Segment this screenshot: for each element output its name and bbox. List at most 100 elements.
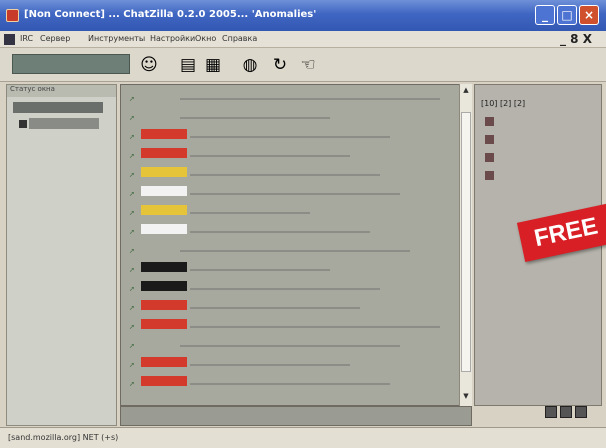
chat-line: ➚ (129, 300, 360, 312)
chat-line: ➚ (129, 167, 380, 179)
refresh-icon[interactable]: ↻ (268, 53, 292, 77)
chat-nick[interactable] (140, 319, 187, 329)
chat-nick[interactable] (140, 167, 187, 177)
message-arrow-icon: ➚ (129, 95, 135, 103)
channel-icon (19, 120, 27, 128)
menu-window[interactable]: Окно (195, 34, 216, 43)
hand-icon[interactable]: ☜ (296, 53, 320, 77)
chat-nick[interactable] (140, 376, 187, 386)
scroll-up-icon[interactable]: ▲ (461, 86, 471, 96)
chat-line: ➚ (129, 129, 390, 141)
chat-message (189, 231, 370, 233)
chat-nick[interactable] (140, 205, 187, 215)
chat-nick[interactable] (141, 91, 177, 101)
menu-irc[interactable]: IRC (20, 34, 33, 43)
chat-line: ➚ (129, 376, 390, 388)
chat-line: ➚ (129, 319, 440, 331)
pane-title: Статус окна (7, 85, 116, 97)
chat-message (179, 250, 410, 252)
chat-nick[interactable] (141, 243, 177, 253)
chat-line: ➚ (129, 243, 410, 255)
chat-line: ➚ (129, 110, 330, 122)
user-list-item[interactable] (485, 135, 498, 144)
user-list-item[interactable] (485, 153, 498, 162)
chat-nick[interactable] (141, 110, 177, 120)
message-arrow-icon: ➚ (129, 209, 135, 217)
message-arrow-icon: ➚ (129, 380, 135, 388)
chat-nick[interactable] (140, 224, 187, 234)
chat-nick[interactable] (140, 357, 187, 367)
chat-nick[interactable] (141, 338, 177, 348)
status-tree-pane: Статус окна (6, 84, 117, 426)
list-icon[interactable]: ▦ (201, 53, 225, 77)
message-arrow-icon: ➚ (129, 304, 135, 312)
close-button[interactable]: × (579, 5, 599, 25)
message-arrow-icon: ➚ (129, 285, 135, 293)
message-arrow-icon: ➚ (129, 228, 135, 236)
chat-message (189, 193, 400, 195)
chat-message (189, 307, 360, 309)
message-arrow-icon: ➚ (129, 266, 135, 274)
menu-tools[interactable]: Инструменты (88, 34, 145, 43)
bottom-icon[interactable] (560, 406, 572, 418)
chat-message (189, 155, 350, 157)
chat-line: ➚ (129, 357, 350, 369)
mdi-controls[interactable]: _ 8 X (560, 32, 592, 46)
menu-settings[interactable]: Настройки (150, 34, 195, 43)
scroll-thumb[interactable] (461, 112, 471, 372)
chat-message (179, 98, 440, 100)
chat-line: ➚ (129, 224, 370, 236)
chat-line: ➚ (129, 262, 330, 274)
chat-line: ➚ (129, 281, 380, 293)
menu-help[interactable]: Справка (222, 34, 257, 43)
maximize-button[interactable]: □ (557, 5, 577, 25)
message-arrow-icon: ➚ (129, 114, 135, 122)
connect-icon[interactable]: ☺ (137, 53, 161, 77)
title-bar: [Non Connect] ... ChatZilla 0.2.0 2005..… (0, 0, 606, 31)
toolbar: ☺ ▤ ▦ ◍ ↻ ☜ (0, 48, 606, 82)
join-icon[interactable]: ▤ (176, 53, 200, 77)
message-arrow-icon: ➚ (129, 342, 135, 350)
chat-nick[interactable] (140, 281, 187, 291)
chat-line: ➚ (129, 148, 350, 160)
message-arrow-icon: ➚ (129, 190, 135, 198)
menu-bar: IRC Сервер Инструменты Настройки Окно Сп… (0, 31, 606, 48)
chat-message (189, 326, 440, 328)
tree-item-server[interactable] (13, 102, 103, 113)
message-arrow-icon: ➚ (129, 171, 135, 179)
message-input[interactable] (120, 406, 472, 426)
chat-nick[interactable] (140, 262, 187, 272)
globe-icon[interactable]: ◍ (238, 53, 262, 77)
menu-server[interactable]: Сервер (40, 34, 70, 43)
chat-line: ➚ (129, 338, 400, 350)
server-combo[interactable] (12, 54, 130, 74)
document-icon (4, 34, 15, 45)
scroll-down-icon[interactable]: ▼ (461, 392, 471, 402)
chat-line: ➚ (129, 205, 310, 217)
bottom-icon[interactable] (575, 406, 587, 418)
tree-item-channel[interactable] (29, 118, 99, 129)
chat-scrollbar[interactable]: ▲ ▼ (459, 84, 472, 406)
chat-nick[interactable] (140, 129, 187, 139)
app-icon (6, 9, 19, 22)
chat-nick[interactable] (140, 148, 187, 158)
chat-nick[interactable] (140, 186, 187, 196)
chat-pane: ➚ ➚ ➚ ➚ ➚ ➚ ➚ ➚ ➚ ➚ ➚ ➚ ➚ ➚ ➚ ➚ (120, 84, 472, 406)
message-arrow-icon: ➚ (129, 152, 135, 160)
message-arrow-icon: ➚ (129, 133, 135, 141)
chat-line: ➚ (129, 91, 440, 103)
user-list-item[interactable] (485, 171, 498, 180)
chat-line: ➚ (129, 186, 400, 198)
chat-message (189, 364, 350, 366)
user-count: [10] [2] [2] (481, 99, 526, 108)
message-arrow-icon: ➚ (129, 247, 135, 255)
window-title: [Non Connect] ... ChatZilla 0.2.0 2005..… (24, 9, 317, 20)
chat-message (189, 174, 380, 176)
user-list-item[interactable] (485, 117, 498, 126)
bottom-icon[interactable] (545, 406, 557, 418)
minimize-button[interactable]: _ (535, 5, 555, 25)
chat-nick[interactable] (140, 300, 187, 310)
status-bar: [sand.mozilla.org] NET (+s) (0, 427, 606, 448)
chat-message (189, 212, 310, 214)
message-arrow-icon: ➚ (129, 323, 135, 331)
